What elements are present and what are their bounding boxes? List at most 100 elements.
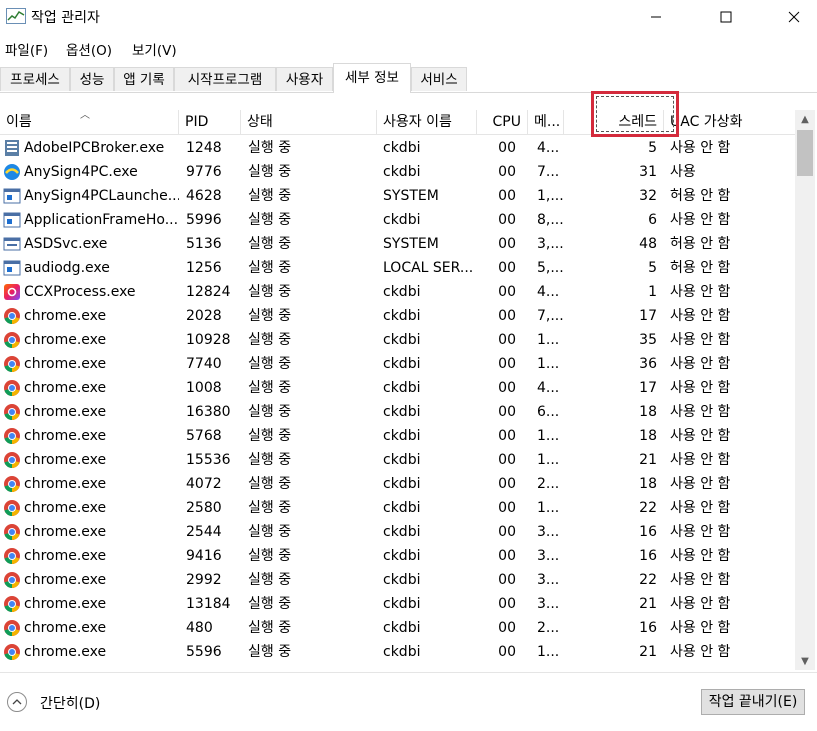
process-user: ckdbi [383,380,421,396]
process-user: ckdbi [383,356,421,372]
table-row[interactable]: audiodg.exe 1256 실행 중 LOCAL SER... 00 5,... 5 허… [0,256,795,280]
table-row[interactable]: chrome.exe 480 실행 중 ckdbi 00 2... 16 사용 안 함 [0,616,795,640]
process-threads: 16 [639,548,657,564]
table-row[interactable]: chrome.exe 2580 실행 중 ckdbi 00 1... 22 사용 안 함 [0,496,795,520]
process-threads: 18 [639,404,657,420]
column-header-cpu[interactable]: CPU [477,110,528,134]
process-uac: 사용 안 함 [670,476,731,492]
table-row[interactable]: chrome.exe 15536 실행 중 ckdbi 00 1... 21 사용 안 함 [0,448,795,472]
scroll-thumb[interactable] [797,130,813,176]
table-row[interactable]: chrome.exe 7740 실행 중 ckdbi 00 1... 36 사용 안 함 [0,352,795,376]
menu-file[interactable]: 파일(F) [5,39,48,59]
process-uac: 사용 안 함 [670,644,731,660]
process-pid: 10928 [186,332,231,348]
end-task-button[interactable]: 작업 끝내기(E) [701,689,805,715]
table-row[interactable]: chrome.exe 16380 실행 중 ckdbi 00 6... 18 사용 안 함 [0,400,795,424]
table-row[interactable]: chrome.exe 13184 실행 중 ckdbi 00 3... 21 사용 안 함 [0,592,795,616]
process-user: ckdbi [383,548,421,564]
process-memory: 7,... [537,308,564,324]
minimize-icon [651,16,661,18]
table-row[interactable]: ApplicationFrameHo... 5996 실행 중 ckdbi 00 8,..… [0,208,795,232]
table-row[interactable]: chrome.exe 1008 실행 중 ckdbi 00 4... 17 사용 안 함 [0,376,795,400]
process-status: 실행 중 [248,596,292,612]
process-memory: 4... [537,284,560,300]
tab-services[interactable]: 서비스 [411,67,467,91]
table-row[interactable]: chrome.exe 2544 실행 중 ckdbi 00 3... 16 사용 안 함 [0,520,795,544]
process-name: audiodg.exe [24,260,110,276]
table-row[interactable]: chrome.exe 2992 실행 중 ckdbi 00 3... 22 사용 안 함 [0,568,795,592]
process-cpu: 00 [498,260,516,276]
tab-strip: 프로세스 성능 앱 기록 시작프로그램 사용자 세부 정보 서비스 [0,63,817,93]
tab-details[interactable]: 세부 정보 [333,63,411,93]
process-status: 실행 중 [248,500,292,516]
minimize-button[interactable] [633,0,679,34]
process-pid: 7740 [186,356,222,372]
table-row[interactable]: chrome.exe 5768 실행 중 ckdbi 00 1... 18 사용 안 함 [0,424,795,448]
process-pid: 2544 [186,524,222,540]
table-row[interactable]: chrome.exe 2028 실행 중 ckdbi 00 7,... 17 사용 안 함 [0,304,795,328]
process-memory: 5,... [537,260,564,276]
table-row[interactable]: ASDSvc.exe 5136 실행 중 SYSTEM 00 3,... 48 허용 안 함 [0,232,795,256]
process-uac: 사용 안 함 [670,428,731,444]
process-memory: 1... [537,500,560,516]
tab-users[interactable]: 사용자 [276,67,333,91]
table-row[interactable]: AnySign4PCLaunche... 4628 실행 중 SYSTEM 00 1,..… [0,184,795,208]
process-status: 실행 중 [248,332,292,348]
process-memory: 2... [537,476,560,492]
collapse-icon[interactable] [7,692,27,712]
process-pid: 9776 [186,164,222,180]
tab-startup[interactable]: 시작프로그램 [174,67,276,91]
tab-app-history[interactable]: 앱 기록 [114,67,174,91]
process-memory: 1... [537,428,560,444]
process-cpu: 00 [498,212,516,228]
column-header-pid[interactable]: PID [179,110,241,134]
process-status: 실행 중 [248,428,292,444]
process-pid: 9416 [186,548,222,564]
column-header-user[interactable]: 사용자 이름 [377,110,477,134]
table-row[interactable]: AnySign4PC.exe 9776 실행 중 ckdbi 00 7... 31 사용 [0,160,795,184]
table-row[interactable]: chrome.exe 4072 실행 중 ckdbi 00 2... 18 사용 안 함 [0,472,795,496]
process-user: ckdbi [383,164,421,180]
column-header-memory[interactable]: 메... [528,110,564,134]
process-threads: 17 [639,380,657,396]
process-cpu: 00 [498,620,516,636]
process-name: chrome.exe [24,620,107,636]
table-row[interactable]: chrome.exe 10928 실행 중 ckdbi 00 1... 35 사용 안 함 [0,328,795,352]
table-row[interactable]: CCXProcess.exe 12824 실행 중 ckdbi 00 4... 1 사용 안 … [0,280,795,304]
table-row[interactable]: chrome.exe 9416 실행 중 ckdbi 00 3... 16 사용 안 함 [0,544,795,568]
process-status: 실행 중 [248,260,292,276]
column-header-name[interactable]: 이름 [0,110,179,134]
process-threads: 1 [648,284,657,300]
fewer-details-link[interactable]: 간단히(D) [40,693,100,713]
process-status: 실행 중 [248,284,292,300]
close-button[interactable] [771,0,817,34]
process-memory: 3... [537,548,560,564]
column-header-status[interactable]: 상태 [241,110,377,134]
table-row[interactable]: chrome.exe 5596 실행 중 ckdbi 00 1... 21 사용 안 함 [0,640,795,664]
process-pid: 5596 [186,644,222,660]
process-uac: 사용 안 함 [670,308,731,324]
menu-view[interactable]: 보기(V) [132,39,177,59]
table-row[interactable]: AdobeIPCBroker.exe 1248 실행 중 ckdbi 00 4... 5 사용… [0,136,795,160]
process-status: 실행 중 [248,404,292,420]
column-header-uac[interactable]: UAC 가상화 [664,110,795,134]
process-memory: 1,... [537,188,564,204]
tab-processes[interactable]: 프로세스 [0,67,70,91]
scroll-up-icon[interactable]: ▲ [795,110,815,128]
maximize-button[interactable] [703,0,749,34]
process-user: ckdbi [383,428,421,444]
process-uac: 사용 안 함 [670,572,731,588]
process-cpu: 00 [498,188,516,204]
vertical-scrollbar[interactable]: ▲ ▼ [795,110,815,670]
scroll-down-icon[interactable]: ▼ [795,652,815,670]
process-memory: 6... [537,404,560,420]
process-memory: 4... [537,140,560,156]
process-status: 실행 중 [248,308,292,324]
process-uac: 허용 안 함 [670,188,731,204]
tab-performance[interactable]: 성능 [70,67,114,91]
process-name: ASDSvc.exe [24,236,108,252]
process-uac: 허용 안 함 [670,236,731,252]
menu-options[interactable]: 옵션(O) [66,39,112,59]
process-memory: 8,... [537,212,564,228]
process-threads: 18 [639,428,657,444]
